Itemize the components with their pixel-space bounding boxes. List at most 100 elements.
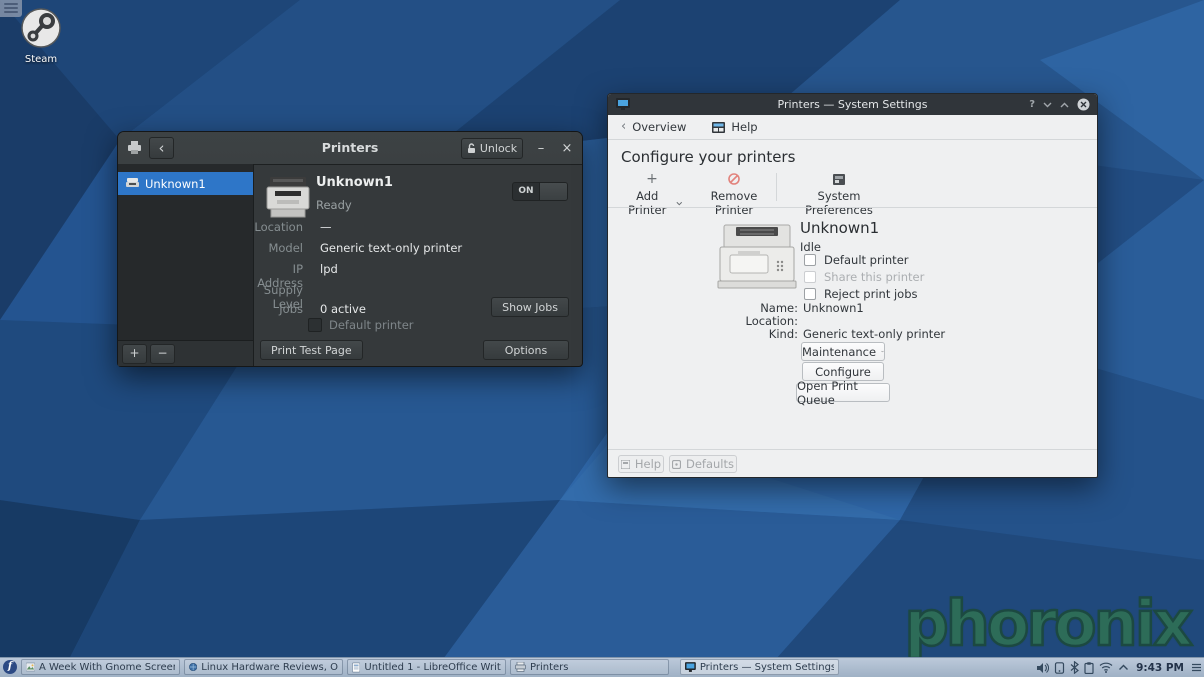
toolbar-separator: [776, 173, 777, 201]
task-label: Untitled 1 - LibreOffice Writer: [364, 662, 501, 673]
default-printer-label: Default printer: [329, 318, 414, 332]
task-label: Printers — System Settings: [700, 662, 834, 673]
close-button[interactable]: ×: [558, 140, 576, 157]
gnome-printers-window: ‹ Printers Unlock – × U: [117, 131, 583, 367]
unlock-label: Unlock: [480, 142, 517, 155]
minimize-button[interactable]: –: [532, 140, 550, 157]
row-value: lpd: [320, 262, 338, 276]
taskbar: f A Week With Gnome Screensho... Linux H…: [0, 657, 1204, 677]
checkbox-label: Default printer: [824, 253, 909, 267]
printer-name: Unknown1: [800, 219, 879, 237]
printer-image: [265, 176, 311, 220]
chevron-left-icon: ‹: [621, 122, 626, 132]
list-toolbar: + −: [118, 340, 253, 366]
taskbar-task-browser[interactable]: Linux Hardware Reviews, Open...: [184, 659, 343, 675]
plus-icon: +: [646, 171, 658, 187]
taskbar-task-image-viewer[interactable]: A Week With Gnome Screensho...: [21, 659, 180, 675]
printer-list: Unknown1 + −: [118, 164, 254, 366]
reject-jobs-checkbox[interactable]: Reject print jobs: [804, 287, 918, 301]
print-test-page-button[interactable]: Print Test Page: [260, 340, 363, 360]
printer-list-item-label: Unknown1: [145, 177, 206, 191]
steam-label: Steam: [14, 54, 68, 65]
options-button[interactable]: Options: [483, 340, 569, 360]
detail-row: Supply Level: [254, 283, 582, 298]
printer-icon: [515, 662, 526, 672]
wifi-icon[interactable]: [1099, 662, 1113, 673]
system-settings-icon: [685, 662, 696, 672]
expand-tray-icon[interactable]: [1118, 664, 1129, 671]
default-printer-checkbox[interactable]: Default printer: [804, 253, 909, 267]
add-printer-button[interactable]: + Add Printer: [621, 171, 683, 217]
printer-status: Ready: [316, 198, 352, 212]
unlock-button[interactable]: Unlock: [461, 138, 523, 159]
detail-row: Location —: [254, 220, 582, 235]
printer-image: [716, 224, 798, 290]
system-preferences-button[interactable]: System Preferences: [784, 171, 894, 217]
clipboard-icon[interactable]: [1084, 662, 1094, 674]
volume-icon[interactable]: [1036, 662, 1049, 674]
row-label: Location: [254, 220, 303, 234]
maximize-icon[interactable]: [1060, 102, 1069, 108]
panel-menu-icon[interactable]: [1191, 663, 1202, 672]
help-button[interactable]: Help: [618, 455, 664, 473]
system-tray: 9:43 PM: [1036, 658, 1202, 677]
overview-nav-button[interactable]: ‹ Overview: [621, 120, 686, 134]
task-label: A Week With Gnome Screensho...: [39, 662, 175, 673]
close-icon: ×: [562, 141, 573, 156]
maintenance-dropdown[interactable]: Maintenance: [801, 342, 885, 361]
application-launcher-icon[interactable]: f: [3, 660, 17, 674]
printer-details-panel: Unknown1 Ready ON Location — Model Gener…: [254, 164, 582, 366]
defaults-icon: [672, 460, 681, 469]
lock-icon: [467, 143, 476, 154]
printer-list-item[interactable]: Unknown1: [118, 172, 253, 195]
detail-row: IP Address lpd: [254, 262, 582, 277]
taskbar-task-gnome-printers[interactable]: Printers: [510, 659, 669, 675]
context-help-icon[interactable]: ?: [1029, 99, 1035, 110]
phoronix-watermark: phoronix: [904, 593, 1190, 655]
printer-status: Idle: [800, 240, 821, 254]
checkbox-icon[interactable]: [804, 288, 816, 300]
switch-knob: [539, 183, 567, 200]
clock[interactable]: 9:43 PM: [1134, 662, 1186, 674]
add-printer-label: Add Printer: [621, 189, 673, 217]
taskbar-task-system-settings[interactable]: Printers — System Settings: [680, 659, 839, 675]
switch-on-label: ON: [513, 183, 539, 200]
close-icon[interactable]: [1077, 98, 1090, 111]
defaults-label: Defaults: [686, 457, 734, 471]
row-value: —: [320, 220, 332, 234]
taskbar-task-writer[interactable]: Untitled 1 - LibreOffice Writer: [347, 659, 506, 675]
row-label: Jobs: [254, 302, 303, 316]
task-label: Linux Hardware Reviews, Open...: [201, 662, 338, 673]
show-jobs-button[interactable]: Show Jobs: [491, 297, 569, 317]
desktop: Steam ‹ Printers Unlock – ×: [0, 0, 1204, 677]
defaults-button[interactable]: Defaults: [669, 455, 737, 473]
overview-label: Overview: [632, 120, 686, 134]
open-print-queue-button[interactable]: Open Print Queue: [796, 383, 890, 402]
add-printer-button[interactable]: +: [122, 344, 147, 364]
kde-titlebar: Printers — System Settings ?: [608, 94, 1097, 115]
row-value: Generic text-only printer: [320, 241, 462, 255]
system-preferences-label: System Preferences: [784, 189, 894, 217]
printer-icon: [126, 178, 139, 189]
printer-name: Unknown1: [316, 175, 393, 190]
minimize-icon: –: [538, 141, 545, 156]
checkbox-icon[interactable]: [804, 254, 816, 266]
options-label: Options: [505, 344, 547, 357]
checkbox-icon[interactable]: [308, 318, 322, 332]
help-label: Help: [635, 457, 661, 471]
help-label: Help: [731, 120, 757, 134]
default-printer-checkbox-row[interactable]: Default printer: [308, 318, 414, 332]
bluetooth-icon[interactable]: [1070, 661, 1079, 674]
device-notifier-icon[interactable]: [1054, 662, 1065, 674]
remove-printer-button[interactable]: −: [150, 344, 175, 364]
remove-printer-label: Remove Printer: [690, 189, 778, 217]
printer-on-switch[interactable]: ON: [512, 182, 568, 201]
help-icon: [712, 122, 725, 133]
desktop-icon-steam[interactable]: Steam: [14, 8, 68, 65]
help-nav-button[interactable]: Help: [712, 120, 757, 134]
chevron-down-icon: [881, 349, 884, 354]
minimize-icon[interactable]: [1043, 102, 1052, 108]
image-icon: [26, 662, 35, 672]
print-test-page-label: Print Test Page: [271, 344, 352, 357]
remove-printer-button[interactable]: Remove Printer: [690, 171, 778, 217]
